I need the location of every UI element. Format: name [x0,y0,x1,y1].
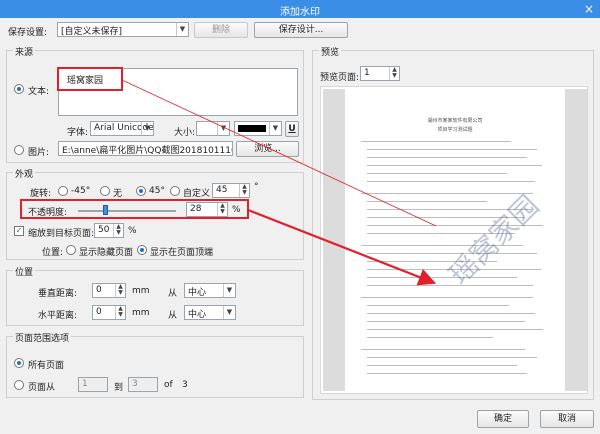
annotation-arrows [121,79,437,286]
arrow-thin [121,79,437,227]
arrow-thick [247,208,437,286]
cancel-button[interactable]: 取消 [540,410,594,428]
ok-button[interactable]: 确定 [477,410,529,428]
